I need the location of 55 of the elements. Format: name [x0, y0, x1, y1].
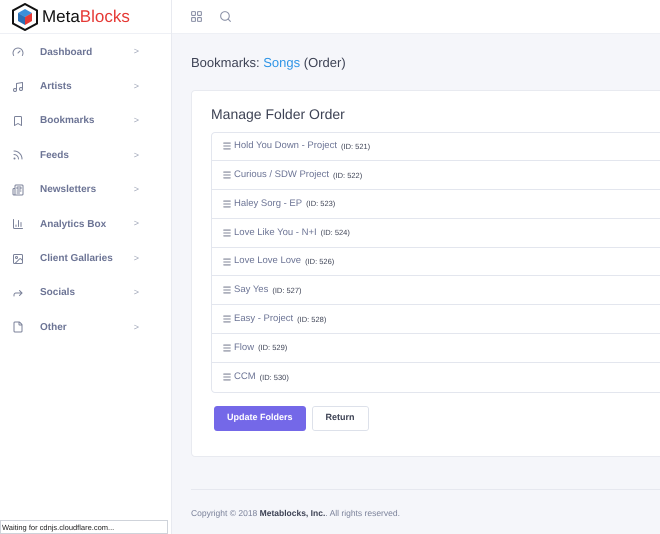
- sidebar-item[interactable]: Bookmarks >: [0, 104, 171, 138]
- cube-logo-icon: [12, 2, 38, 30]
- newspaper-icon: [12, 184, 24, 196]
- sidebar-item[interactable]: Dashboard >: [0, 35, 171, 70]
- drag-handle-icon[interactable]: [222, 170, 232, 180]
- drag-handle-icon[interactable]: [222, 342, 232, 353]
- chevron-icon: >: [134, 286, 139, 300]
- chevron-icon: >: [134, 252, 139, 266]
- copyright-text: Copyright © 2018 Metablocks, Inc.. All rights reserved.: [191, 508, 400, 518]
- gauge-icon: [12, 46, 24, 58]
- folder-name: Flow: [234, 340, 254, 355]
- folder-name: Easy - Project: [234, 312, 294, 326]
- folder-name: Haley Sorg - EP: [234, 196, 302, 211]
- breadcrumb-link[interactable]: Songs: [263, 55, 300, 70]
- chevron-icon: >: [134, 148, 139, 162]
- bar-chart-icon: [12, 218, 24, 230]
- drag-handle-icon[interactable]: [222, 372, 232, 382]
- folder-name: Love Love Love: [234, 254, 302, 268]
- drag-handle-icon[interactable]: [222, 285, 232, 296]
- folder-name: Love Like You - N+I: [234, 226, 317, 240]
- sidebar-item[interactable]: Socials >: [0, 276, 171, 310]
- folder-name: Say Yes: [234, 283, 268, 298]
- sidebar-item[interactable]: Other >: [0, 310, 171, 345]
- sidebar-item[interactable]: Feeds >: [0, 138, 171, 173]
- music-note-icon: [12, 80, 24, 93]
- card-title: Manage Folder Order: [211, 104, 346, 124]
- chevron-icon: >: [134, 320, 139, 334]
- bookmark-icon: [12, 114, 24, 127]
- sidebar-item[interactable]: Newsletters >: [0, 172, 171, 207]
- logo-text: MetaBlocks: [42, 8, 130, 25]
- sidebar-item[interactable]: Artists >: [0, 69, 171, 104]
- folder-name: Curious / SDW Project: [234, 168, 330, 182]
- page-subtitle: (Order): [302, 55, 346, 70]
- update-button[interactable]: Update Folders: [214, 406, 306, 431]
- rss-icon: [12, 149, 24, 162]
- sidebar-item[interactable]: Client Gallaries >: [0, 241, 171, 276]
- return-button[interactable]: Return: [312, 406, 369, 431]
- drag-handle-icon[interactable]: [222, 256, 232, 267]
- chevron-icon: >: [134, 183, 139, 196]
- chevron-icon: >: [134, 217, 139, 231]
- drag-handle-icon[interactable]: [222, 314, 232, 324]
- drag-handle-icon[interactable]: [222, 228, 232, 238]
- image-icon: [12, 252, 24, 265]
- page-title: Bookmarks:: [191, 55, 261, 70]
- drag-handle-icon[interactable]: [222, 141, 232, 152]
- chevron-icon: >: [134, 45, 139, 59]
- file-icon: [12, 321, 24, 334]
- chevron-icon: >: [134, 80, 139, 94]
- folder-name: CCM: [234, 370, 256, 384]
- sidebar-item[interactable]: Analytics Box >: [0, 206, 171, 242]
- chevron-icon: >: [134, 114, 139, 128]
- drag-handle-icon[interactable]: [222, 198, 232, 209]
- folder-name: Hold You Down - Project: [234, 139, 337, 154]
- search-icon[interactable]: [219, 10, 232, 23]
- grid-icon[interactable]: [190, 10, 203, 23]
